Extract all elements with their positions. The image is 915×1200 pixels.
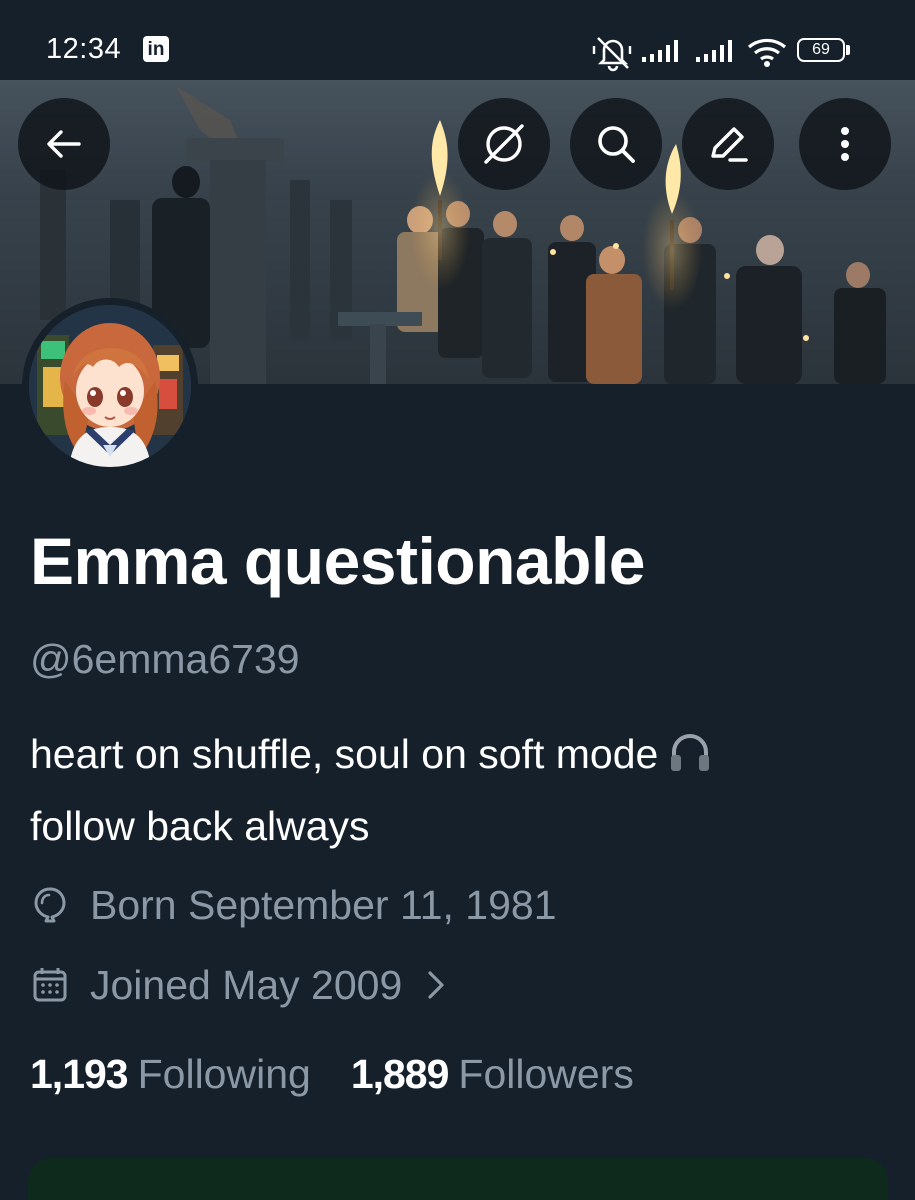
more-options-button[interactable]: [799, 98, 891, 190]
calendar-icon: [33, 968, 67, 1002]
linkedin-notification-icon: in: [143, 36, 169, 62]
following-link[interactable]: 1,193 Following: [30, 1051, 311, 1098]
headphone-icon: [666, 728, 714, 794]
back-button[interactable]: [18, 98, 110, 190]
profile-screen: 12:34 in 69 Emma questionable @6emma6739…: [0, 0, 915, 1200]
joined-text: Joined May 2009: [90, 961, 403, 1008]
follow-stats: 1,193 Following 1,889 Followers: [30, 1046, 634, 1102]
search-icon: [598, 126, 635, 163]
grok-icon: [484, 124, 524, 164]
signal-bars-icon: [696, 40, 732, 62]
bottom-card[interactable]: [28, 1158, 888, 1200]
bio-line-2: follow back always: [30, 803, 370, 849]
more-vertical-icon: [841, 127, 849, 161]
display-name: Emma questionable: [30, 524, 646, 598]
user-handle: @6emma6739: [30, 636, 300, 682]
search-button[interactable]: [570, 98, 662, 190]
following-count: 1,193: [30, 1050, 129, 1097]
followers-count: 1,889: [350, 1050, 450, 1097]
wifi-icon: [747, 38, 787, 67]
joined-row[interactable]: Joined May 2009: [30, 957, 448, 1013]
birthday-text: Born September 11, 1981: [90, 881, 557, 928]
edit-button[interactable]: [682, 98, 774, 190]
bio-line-1: heart on shuffle, soul on soft mode: [30, 731, 659, 777]
balloon-icon: [34, 887, 66, 923]
status-bar: 12:34 in 69: [0, 0, 915, 80]
following-label: Following: [137, 1050, 311, 1097]
edit-pencil-icon: [711, 127, 748, 162]
avatar-image: [29, 305, 191, 467]
signal-bars-icon: [642, 40, 678, 62]
back-arrow-icon: [47, 130, 81, 158]
chevron-right-icon: [428, 971, 444, 999]
followers-label: Followers: [458, 1050, 634, 1097]
profile-avatar[interactable]: [22, 298, 198, 474]
birthday-row: Born September 11, 1981: [30, 877, 557, 933]
grok-button[interactable]: [458, 98, 550, 190]
muted-bell-icon: [592, 37, 632, 72]
battery-icon: 69: [797, 38, 845, 62]
status-time: 12:34: [46, 33, 122, 65]
followers-link[interactable]: 1,889 Followers: [351, 1051, 634, 1098]
battery-tip: [846, 45, 850, 55]
bio: heart on shuffle, soul on soft mode foll…: [30, 722, 900, 858]
